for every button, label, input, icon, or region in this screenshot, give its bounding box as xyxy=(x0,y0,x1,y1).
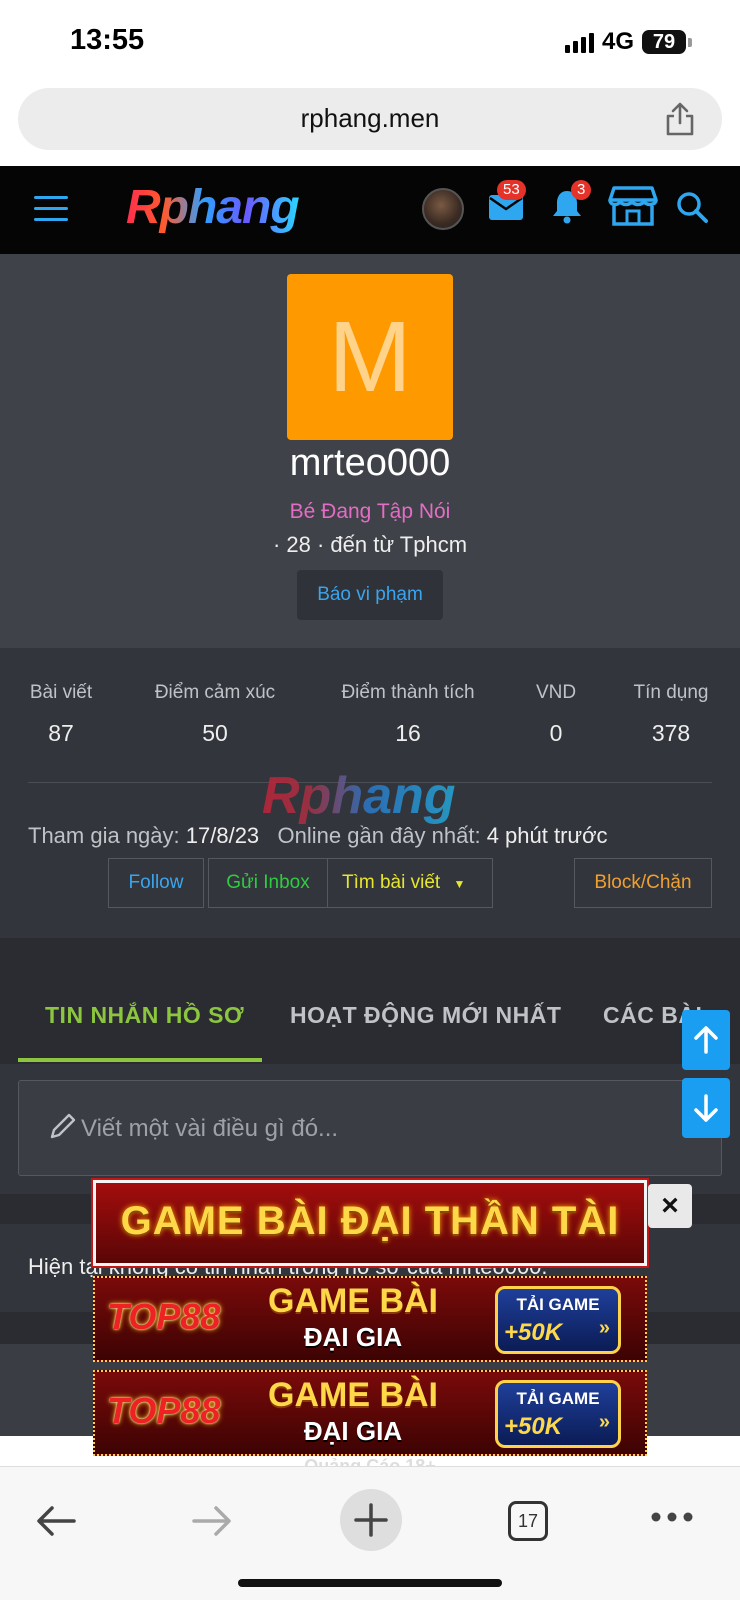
composer-placeholder: Viết một vài điều gì đó... xyxy=(81,1115,339,1142)
battery-icon: 79 xyxy=(642,30,692,54)
profile-username: mrteo000 xyxy=(289,442,451,484)
find-posts-label: Tìm bài viết xyxy=(342,872,441,893)
stat-vnd[interactable]: VND 0 xyxy=(532,682,580,747)
stat-posts[interactable]: Bài viết 87 xyxy=(22,682,100,747)
stat-label: Tín dụng xyxy=(633,682,709,703)
store-icon[interactable] xyxy=(608,184,658,228)
site-header: Rphang 53 3 xyxy=(0,166,740,254)
ad-cta-bonus: +50K xyxy=(504,1319,563,1346)
stat-achievements[interactable]: Điểm thành tích 16 xyxy=(332,682,484,747)
ad-title: GAME BÀI xyxy=(268,1376,438,1414)
scroll-up-button[interactable] xyxy=(682,1010,730,1070)
ad-title: GAME BÀI xyxy=(268,1282,438,1320)
site-logo[interactable]: Rphang xyxy=(126,180,300,235)
follow-button[interactable]: Follow xyxy=(108,858,204,908)
stat-value: 50 xyxy=(202,720,228,746)
more-icon[interactable] xyxy=(650,1511,694,1523)
close-ad-button[interactable]: × xyxy=(648,1184,692,1228)
ad-subtitle: ĐẠI GIA xyxy=(303,1322,403,1352)
arrow-down-icon xyxy=(694,1094,718,1122)
ad-banner-1[interactable]: GAME BÀI ĐẠI THẦN TÀI xyxy=(91,1178,649,1268)
back-icon[interactable] xyxy=(34,1503,78,1539)
tab-latest-activity[interactable]: HOẠT ĐỘNG MỚI NHẤT xyxy=(290,1002,561,1029)
user-avatar[interactable] xyxy=(422,188,464,230)
stat-value: 0 xyxy=(549,720,563,746)
forward-icon[interactable] xyxy=(190,1503,234,1539)
home-indicator xyxy=(238,1579,502,1587)
logo-watermark: Rphang xyxy=(262,767,456,825)
status-time: 13:55 xyxy=(70,24,145,56)
ad-cta-bonus: +50K xyxy=(504,1413,563,1440)
block-button[interactable]: Block/Chặn xyxy=(574,858,712,908)
user-title: Bé Đang Tập Nói xyxy=(289,500,451,523)
alerts-badge: 3 xyxy=(571,180,592,200)
url-text[interactable]: rphang.men xyxy=(18,103,722,134)
address-bar[interactable]: rphang.men xyxy=(18,88,722,150)
stat-label: Điểm cảm xúc xyxy=(154,682,276,703)
new-tab-button[interactable] xyxy=(340,1489,402,1551)
search-icon[interactable] xyxy=(675,190,709,224)
profile-tabs: TIN NHẮN HỒ SƠ HOẠT ĐỘNG MỚI NHẤT CÁC BÀ… xyxy=(0,938,740,1064)
messages-badge: 53 xyxy=(497,180,526,200)
profile-header: M mrteo000 Bé Đang Tập Nói · 28 · đến từ… xyxy=(0,254,740,648)
send-inbox-button[interactable]: Gửi Inbox xyxy=(208,858,328,908)
chevron-down-icon: » xyxy=(598,1317,610,1339)
stat-value: 16 xyxy=(395,720,421,746)
report-button[interactable]: Báo vi phạm xyxy=(297,570,443,620)
online-label: Online gần đây nhất: xyxy=(277,823,481,848)
stat-label: Bài viết xyxy=(29,682,93,703)
pencil-icon xyxy=(50,1113,76,1139)
ad-banner-1-text: GAME BÀI ĐẠI THẦN TÀI xyxy=(120,1199,620,1243)
ad-logo: TOP88 xyxy=(107,1390,221,1431)
join-info: Tham gia ngày: 17/8/23 Online gần đây nh… xyxy=(28,823,608,849)
stat-label: Điểm thành tích xyxy=(341,682,475,703)
stat-credit[interactable]: Tín dụng 378 xyxy=(628,682,714,747)
active-tab-indicator xyxy=(18,1058,262,1062)
status-composer[interactable]: Viết một vài điều gì đó... xyxy=(18,1080,722,1176)
stat-value: 87 xyxy=(48,720,74,746)
tabs-button[interactable]: 17 xyxy=(508,1501,548,1541)
browser-toolbar: 17 xyxy=(0,1466,740,1600)
ad-download-button[interactable]: TẢI GAME +50K » xyxy=(495,1286,621,1354)
battery-level: 79 xyxy=(642,30,686,54)
status-indicators: 4G 79 xyxy=(564,28,692,56)
ad-cta-label: TẢI GAME xyxy=(516,1295,600,1314)
status-bar: 13:55 4G 79 xyxy=(0,0,740,80)
ad-cta-label: TẢI GAME xyxy=(516,1389,600,1408)
joined-label: Tham gia ngày: xyxy=(28,823,180,848)
network-type: 4G xyxy=(601,28,634,55)
stat-reactions[interactable]: Điểm cảm xúc 50 xyxy=(146,682,284,747)
share-icon[interactable] xyxy=(664,101,696,137)
caret-down-icon: ▼ xyxy=(453,877,466,891)
arrow-up-icon xyxy=(694,1026,718,1054)
scroll-down-button[interactable] xyxy=(682,1078,730,1138)
ad-download-button[interactable]: TẢI GAME +50K » xyxy=(495,1380,621,1448)
composer-section: Viết một vài điều gì đó... xyxy=(0,1064,740,1194)
stat-label: VND xyxy=(535,682,577,703)
user-meta: · 28 · đến từ Tphcm xyxy=(272,532,468,557)
profile-avatar[interactable]: M xyxy=(287,274,453,440)
profile-stats: Bài viết 87 Điểm cảm xúc 50 Điểm thành t… xyxy=(0,648,740,938)
ad-banner-2[interactable]: TOP88 GAME BÀI ĐẠI GIA TẢI GAME +50K » xyxy=(93,1276,647,1362)
stat-value: 378 xyxy=(651,720,691,746)
chevron-down-icon: » xyxy=(598,1411,610,1433)
ad-subtitle: ĐẠI GIA xyxy=(303,1416,403,1446)
plus-icon xyxy=(354,1503,388,1537)
menu-icon[interactable] xyxy=(34,196,68,222)
online-value: 4 phút trước xyxy=(486,823,608,848)
joined-value: 17/8/23 xyxy=(185,823,260,848)
tab-profile-posts[interactable]: TIN NHẮN HỒ SƠ xyxy=(45,1002,244,1029)
ad-logo: TOP88 xyxy=(107,1296,221,1337)
find-posts-button[interactable]: Tìm bài viết ▼ xyxy=(327,858,493,908)
ad-banner-3[interactable]: TOP88 GAME BÀI ĐẠI GIA TẢI GAME +50K » xyxy=(93,1370,647,1456)
signal-icon xyxy=(564,31,594,53)
